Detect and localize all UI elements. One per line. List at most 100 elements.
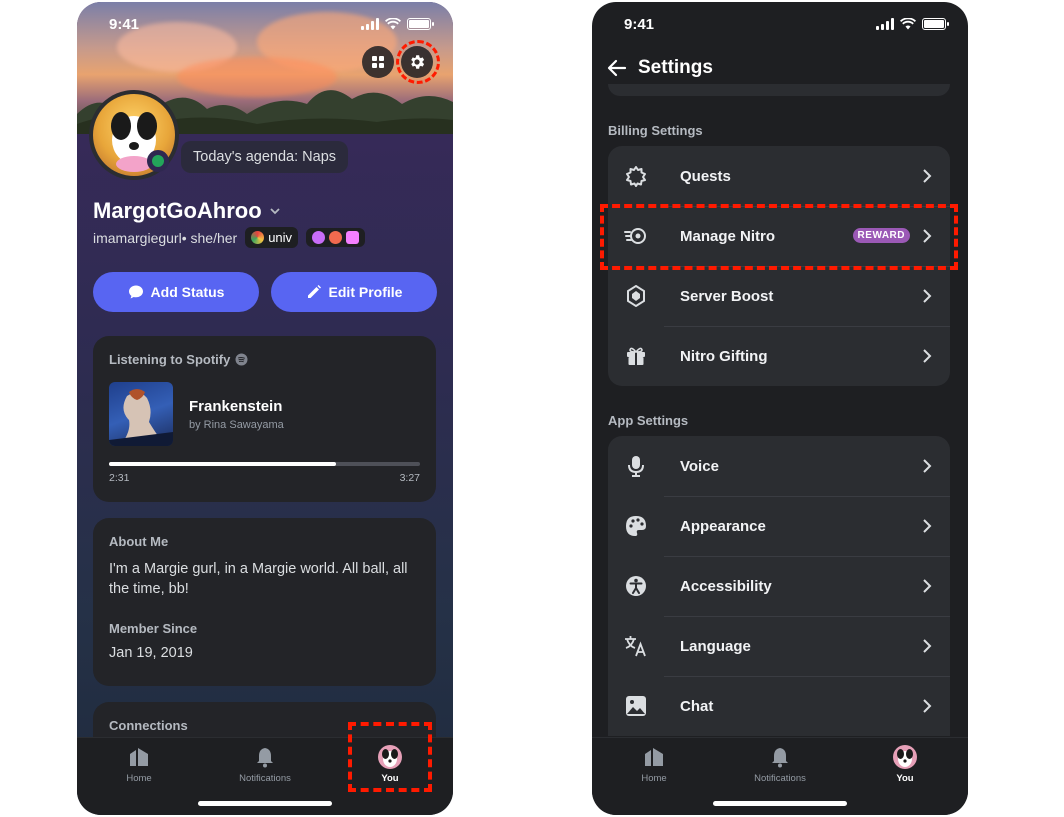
username: imamargiegurl — [93, 229, 182, 246]
shop-icon — [372, 56, 384, 68]
settings-row-quests[interactable]: Quests — [608, 146, 950, 206]
guild-tag[interactable]: univ — [245, 227, 299, 248]
settings-row-server-boost[interactable]: Server Boost — [608, 266, 950, 326]
palette-icon — [624, 514, 648, 538]
tab-notifications-label: Notifications — [239, 773, 291, 784]
tab-bar: Home Notifications You — [592, 737, 968, 815]
previous-group-edge — [608, 84, 950, 96]
settings-row-label: Chat — [680, 697, 714, 715]
battery-icon — [407, 18, 434, 30]
member-since-value: Jan 19, 2019 — [109, 645, 193, 661]
settings-row-label: Accessibility — [680, 577, 772, 595]
status-icons — [361, 18, 434, 30]
profile-screen: 9:41 Today's agenda: Naps MargotGoAhroo … — [77, 2, 453, 815]
shop-button[interactable] — [362, 46, 394, 78]
guild-tag-icon — [251, 231, 265, 244]
chevron-right-icon — [923, 289, 932, 303]
settings-row-label: Nitro Gifting — [680, 347, 768, 365]
boost-badge-icon[interactable] — [346, 231, 360, 244]
settings-row-voice[interactable]: Voice — [608, 436, 950, 496]
boost-icon — [624, 284, 648, 308]
settings-row-label: Quests — [680, 167, 731, 185]
edit-profile-button[interactable]: Edit Profile — [271, 272, 437, 312]
member-since-label: Member Since — [109, 621, 198, 636]
tab-home[interactable]: Home — [614, 744, 694, 784]
pencil-icon — [307, 285, 321, 298]
track-elapsed: 2:31 — [109, 472, 130, 484]
display-name[interactable]: MargotGoAhroo — [93, 198, 282, 224]
you-tab-highlight — [348, 722, 432, 792]
about-me-text: I'm a Margie gurl, in a Margie world. Al… — [109, 561, 408, 597]
translate-icon — [624, 634, 648, 658]
track-duration: 3:27 — [399, 472, 420, 484]
settings-row-appearance[interactable]: Appearance — [608, 496, 950, 556]
home-indicator — [713, 801, 847, 806]
track-progress-bar — [109, 462, 420, 466]
status-bar: 9:41 — [592, 2, 968, 46]
home-icon — [641, 744, 667, 770]
guild-tag-label: univ — [268, 230, 293, 245]
manage-nitro-highlight — [600, 204, 958, 270]
microphone-icon — [624, 454, 648, 478]
settings-row-label: Server Boost — [680, 287, 774, 305]
home-icon — [126, 744, 152, 770]
username-row: imamargiegurl• she/her univ — [93, 227, 366, 248]
tab-notifications-label: Notifications — [754, 773, 806, 784]
about-me-label: About Me — [109, 534, 169, 549]
spotify-card[interactable]: Listening to Spotify Frankenstein by Rin… — [93, 336, 436, 502]
pronouns: • she/her — [181, 229, 238, 246]
chevron-right-icon — [923, 459, 932, 473]
about-me-card: About Me I'm a Margie gurl, in a Margie … — [93, 518, 436, 686]
settings-row-label: Voice — [680, 457, 719, 475]
wifi-icon — [385, 18, 401, 30]
speech-bubble-icon — [128, 285, 143, 299]
track-artist: by Rina Sawayama — [189, 419, 284, 431]
you-avatar-icon — [892, 744, 918, 770]
app-settings-label: App Settings — [608, 413, 689, 428]
album-cover[interactable] — [109, 382, 173, 446]
nitro-badge-icon[interactable] — [312, 231, 326, 244]
heart-badge-icon[interactable] — [329, 231, 343, 244]
chevron-right-icon — [923, 349, 932, 363]
tab-notifications[interactable]: Notifications — [740, 744, 820, 784]
status-bar: 9:41 — [77, 2, 453, 46]
add-status-button[interactable]: Add Status — [93, 272, 259, 312]
app-settings-group: Voice Appearance Accessibility Language — [608, 436, 950, 736]
settings-row-chat[interactable]: Chat — [608, 676, 950, 736]
chevron-right-icon — [923, 169, 932, 183]
settings-row-accessibility[interactable]: Accessibility — [608, 556, 950, 616]
profile-badges — [306, 228, 366, 247]
status-icons — [876, 18, 949, 30]
display-name-text: MargotGoAhroo — [93, 198, 262, 223]
online-status-indicator — [147, 150, 169, 172]
chat-image-icon — [624, 694, 648, 718]
settings-screen: 9:41 Settings Billing Settings Quests Ma… — [592, 2, 968, 815]
profile-actions: Add Status Edit Profile — [93, 272, 437, 312]
settings-row-label: Appearance — [680, 517, 766, 535]
tab-home-label: Home — [641, 773, 667, 784]
back-arrow-icon[interactable] — [606, 57, 628, 79]
add-status-label: Add Status — [150, 284, 225, 300]
settings-row-language[interactable]: Language — [608, 616, 950, 676]
accessibility-icon — [624, 574, 648, 598]
tab-you-label: You — [896, 773, 914, 784]
tab-you[interactable]: You — [865, 744, 945, 784]
settings-row-label: Language — [680, 637, 751, 655]
chevron-right-icon — [923, 579, 932, 593]
chevron-right-icon — [923, 699, 932, 713]
settings-row-nitro-gifting[interactable]: Nitro Gifting — [608, 326, 950, 386]
tab-home-label: Home — [126, 773, 152, 784]
tab-notifications[interactable]: Notifications — [225, 744, 305, 784]
battery-icon — [922, 18, 949, 30]
custom-status[interactable]: Today's agenda: Naps — [181, 141, 349, 173]
page-title: Settings — [638, 57, 713, 78]
bell-icon — [252, 744, 278, 770]
billing-settings-label: Billing Settings — [608, 123, 703, 138]
status-time: 9:41 — [109, 15, 140, 33]
chevron-down-icon — [270, 208, 280, 215]
track-progress-fill — [109, 462, 337, 466]
edit-profile-label: Edit Profile — [328, 284, 403, 300]
bell-icon — [767, 744, 793, 770]
tab-home[interactable]: Home — [99, 744, 179, 784]
status-time: 9:41 — [624, 15, 655, 33]
